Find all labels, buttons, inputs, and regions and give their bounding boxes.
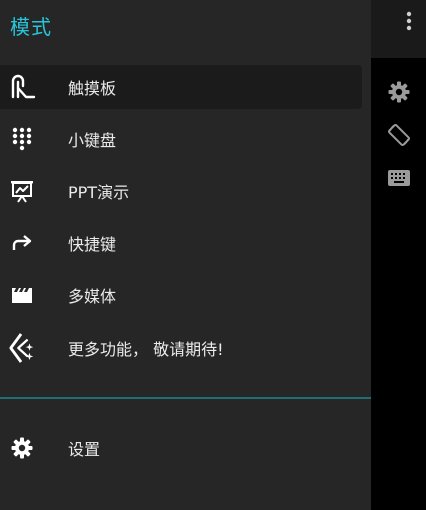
menu-item-numpad[interactable]: 小键盘 xyxy=(0,117,362,161)
more-sparkle-icon xyxy=(8,333,36,363)
overflow-menu-icon[interactable] xyxy=(398,8,420,34)
divider xyxy=(0,397,371,399)
menu-item-label: 快捷键 xyxy=(68,235,117,254)
menu-item-label: PPT演示 xyxy=(68,183,130,202)
presentation-icon xyxy=(8,177,36,205)
menu-item-shortcut[interactable]: 快捷键 xyxy=(0,221,362,265)
shortcut-arrow-icon xyxy=(8,229,36,257)
gear-icon xyxy=(8,434,36,462)
menu-item-label: 设置 xyxy=(68,440,101,459)
screen-rotation-icon[interactable] xyxy=(385,121,413,149)
menu-item-settings[interactable]: 设置 xyxy=(0,426,362,470)
touchpad-icon xyxy=(8,73,36,101)
menu-item-label: 更多功能， 敬请期待! xyxy=(68,340,224,359)
media-clapper-icon xyxy=(8,281,36,309)
menu-item-more[interactable]: 更多功能， 敬请期待! xyxy=(0,326,362,370)
menu-item-label: 多媒体 xyxy=(68,287,117,306)
navigation-drawer: 模式 触摸板 小键盘 PPT演示 快捷键 多媒体 更多功能， 敬请期待! 设置 xyxy=(0,0,371,510)
numpad-icon xyxy=(8,125,36,153)
menu-item-media[interactable]: 多媒体 xyxy=(0,273,362,317)
menu-item-touchpad[interactable]: 触摸板 xyxy=(0,65,362,109)
menu-item-label: 小键盘 xyxy=(68,131,117,150)
gear-icon[interactable] xyxy=(385,78,413,106)
menu-item-label: 触摸板 xyxy=(68,79,117,98)
drawer-title: 模式 xyxy=(10,15,52,39)
menu-item-ppt[interactable]: PPT演示 xyxy=(0,169,362,213)
keyboard-icon[interactable] xyxy=(385,164,413,192)
side-toolbar xyxy=(371,58,426,510)
